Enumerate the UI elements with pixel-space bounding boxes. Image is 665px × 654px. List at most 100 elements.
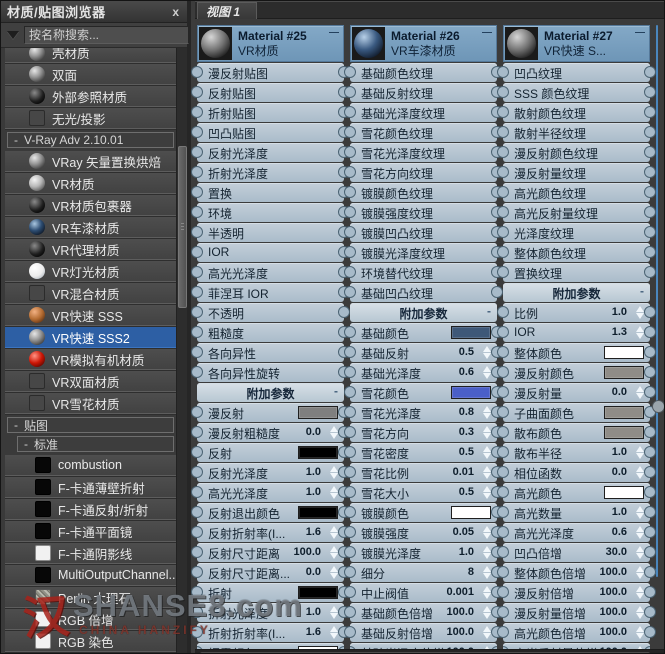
input-socket[interactable] <box>344 586 356 598</box>
material-preview-sphere[interactable] <box>505 27 538 60</box>
input-socket[interactable] <box>191 626 203 638</box>
sidebar-scrollbar[interactable] <box>176 48 187 654</box>
input-socket[interactable] <box>191 146 203 158</box>
parameter-color-row[interactable]: 子曲面颜色 <box>503 403 650 422</box>
sidebar-item[interactable]: VR车漆材质 <box>5 217 176 238</box>
output-socket[interactable] <box>644 506 656 518</box>
parameter-value[interactable]: 100.0 <box>293 546 321 558</box>
sidebar-item[interactable]: VR双面材质 <box>5 371 176 392</box>
input-socket[interactable] <box>497 226 509 238</box>
texture-slot-row[interactable]: 半透明 <box>197 223 344 242</box>
parameter-value[interactable]: 100.0 <box>599 586 627 598</box>
input-socket[interactable] <box>497 466 509 478</box>
input-socket[interactable] <box>497 206 509 218</box>
input-socket[interactable] <box>344 246 356 258</box>
input-socket[interactable] <box>497 106 509 118</box>
color-swatch[interactable] <box>604 426 644 439</box>
output-socket[interactable] <box>644 486 656 498</box>
input-socket[interactable] <box>191 66 203 78</box>
input-socket[interactable] <box>191 346 203 358</box>
input-socket[interactable] <box>344 326 356 338</box>
parameter-value-row[interactable]: 反射尺寸距离... 0.0 <box>197 563 344 582</box>
color-swatch[interactable] <box>298 406 338 419</box>
sidebar-section-header[interactable]: - 标准 <box>17 436 174 452</box>
color-swatch[interactable] <box>604 346 644 359</box>
sidebar-item[interactable]: VR快速 SSS <box>5 305 176 326</box>
parameter-value-row[interactable]: 雪花比例 0.01 <box>350 463 497 482</box>
sidebar-item[interactable]: 外部参照材质 <box>5 86 176 107</box>
parameter-value[interactable]: 0.0 <box>306 426 321 438</box>
output-socket[interactable] <box>644 566 656 578</box>
input-socket[interactable] <box>191 566 203 578</box>
output-socket[interactable] <box>644 86 656 98</box>
texture-slot-row[interactable]: 不透明 <box>197 303 344 322</box>
parameter-value-row[interactable]: 漫反射量倍增 100.0 <box>503 603 650 622</box>
input-socket[interactable] <box>497 446 509 458</box>
input-socket[interactable] <box>497 526 509 538</box>
sidebar-item[interactable]: 双面 <box>5 64 176 85</box>
rollout-header-row[interactable]: 附加参数 - <box>350 303 497 322</box>
output-socket[interactable] <box>644 326 656 338</box>
parameter-value-row[interactable]: 雪花光泽度 0.8 <box>350 403 497 422</box>
input-socket[interactable] <box>191 506 203 518</box>
parameter-value-row[interactable]: 基础反射倍增 100.0 <box>350 623 497 642</box>
output-socket[interactable] <box>644 206 656 218</box>
sidebar-item[interactable]: VR材质 <box>5 173 176 194</box>
input-socket[interactable] <box>497 306 509 318</box>
sidebar-item[interactable]: Perlin 大理石 <box>5 587 176 608</box>
input-socket[interactable] <box>497 246 509 258</box>
parameter-value-row[interactable]: 散布半径 1.0 <box>503 443 650 462</box>
input-socket[interactable] <box>497 426 509 438</box>
parameter-value[interactable]: 100.0 <box>446 626 474 638</box>
texture-slot-row[interactable]: 环境 <box>197 203 344 222</box>
input-socket[interactable] <box>497 266 509 278</box>
search-input[interactable] <box>24 26 189 44</box>
color-swatch[interactable] <box>451 506 491 519</box>
texture-slot-row[interactable]: 反射贴图 <box>197 83 344 102</box>
input-socket[interactable] <box>344 566 356 578</box>
sidebar-item[interactable]: RGB 染色 <box>5 631 176 652</box>
parameter-value-row[interactable]: 基础反射 0.5 <box>350 343 497 362</box>
input-socket[interactable] <box>191 366 203 378</box>
parameter-value-row[interactable]: 相位函数 0.0 <box>503 463 650 482</box>
output-socket[interactable] <box>644 546 656 558</box>
sidebar-item[interactable]: VR材质包裹器 <box>5 195 176 216</box>
sidebar-item[interactable]: F-卡通阴影线 <box>5 543 176 564</box>
parameter-color-row[interactable]: 雪花颜色 <box>350 383 497 402</box>
texture-slot-row[interactable]: 基础反射纹理 <box>350 83 497 102</box>
parameter-color-row[interactable]: 反射 <box>197 443 344 462</box>
parameter-value-row[interactable]: 高光光泽度 0.6 <box>503 523 650 542</box>
texture-slot-row[interactable]: 雪花方向纹理 <box>350 163 497 182</box>
input-socket[interactable] <box>344 366 356 378</box>
input-socket[interactable] <box>191 406 203 418</box>
input-socket[interactable] <box>344 466 356 478</box>
input-socket[interactable] <box>344 486 356 498</box>
output-socket[interactable] <box>644 586 656 598</box>
parameter-value[interactable]: 1.6 <box>306 526 321 538</box>
output-socket[interactable] <box>644 186 656 198</box>
output-socket[interactable] <box>644 226 656 238</box>
collapse-icon[interactable]: - <box>14 133 18 147</box>
parameter-value-row[interactable]: 折射光泽度 1.0 <box>197 603 344 622</box>
texture-slot-row[interactable]: 环境替代纹理 <box>350 263 497 282</box>
input-socket[interactable] <box>344 506 356 518</box>
sidebar-item[interactable]: VR灯光材质 <box>5 261 176 282</box>
output-socket[interactable] <box>644 106 656 118</box>
parameter-value[interactable]: 100.0 <box>599 566 627 578</box>
texture-slot-row[interactable]: 雪花光泽度纹理 <box>350 143 497 162</box>
sidebar-item[interactable]: 无光/投影 <box>5 108 176 129</box>
texture-slot-row[interactable]: 高光光泽度 <box>197 263 344 282</box>
sidebar-item[interactable]: VR雪花材质 <box>5 393 176 414</box>
parameter-value-row[interactable]: 反射光泽度 1.0 <box>197 463 344 482</box>
color-swatch[interactable] <box>604 366 644 379</box>
color-swatch[interactable] <box>298 586 338 599</box>
parameter-color-row[interactable]: 折射 <box>197 583 344 602</box>
output-socket[interactable] <box>644 146 656 158</box>
color-swatch[interactable] <box>298 506 338 519</box>
parameter-value[interactable]: 0.0 <box>306 566 321 578</box>
sidebar-item[interactable]: F-卡通反射/折射 <box>5 499 176 520</box>
material-node-header[interactable]: Material #27 VR快速 S... — <box>503 25 650 62</box>
parameter-value-row[interactable]: 反射折射率(I... 1.6 <box>197 523 344 542</box>
parameter-value-row[interactable]: IOR 1.3 <box>503 323 650 342</box>
input-socket[interactable] <box>191 106 203 118</box>
